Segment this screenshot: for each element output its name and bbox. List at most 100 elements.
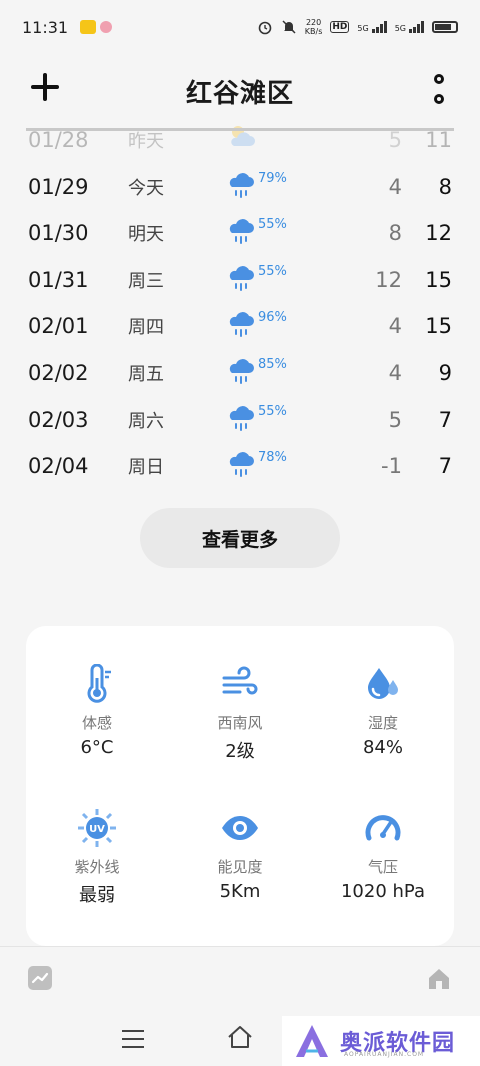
- detail-label: 湿度: [367, 714, 398, 732]
- detail-value: 最弱: [79, 885, 115, 906]
- forecast-date: 01/29: [28, 175, 89, 199]
- svg-text:UV: UV: [89, 824, 105, 835]
- network-rate-value: 220: [305, 18, 322, 27]
- detail-visibility: 能见度 5Km: [169, 808, 311, 902]
- chart-icon: [31, 972, 49, 984]
- high-temp: 9: [438, 361, 452, 385]
- low-temp: 5: [388, 408, 402, 432]
- add-city-button[interactable]: [28, 70, 62, 104]
- precip-chance: 55%: [258, 217, 287, 232]
- forecast-row: 01/28 昨天 5 11: [0, 120, 480, 160]
- high-temp: 8: [438, 175, 452, 199]
- detail-uv: UV 紫外线 最弱: [26, 808, 168, 907]
- signal-icon-1: 5G: [357, 21, 387, 33]
- low-temp: 12: [375, 268, 402, 292]
- signal-icon-2: 5G: [395, 21, 424, 33]
- high-temp: 15: [425, 268, 452, 292]
- precip-chance: 79%: [258, 171, 287, 186]
- forecast-day: 周六: [128, 411, 164, 432]
- bottom-divider: [0, 946, 480, 947]
- detail-label: 气压: [367, 858, 398, 876]
- forecast-date: 02/01: [28, 314, 89, 338]
- precip-chance: 55%: [258, 264, 287, 279]
- recent-apps-button[interactable]: [122, 1030, 144, 1048]
- forecast-day: 明天: [128, 224, 164, 245]
- forecast-date: 02/03: [28, 408, 89, 432]
- home-button[interactable]: [426, 966, 452, 992]
- nav-home-icon[interactable]: [226, 1024, 254, 1050]
- page-title: 红谷滩区: [185, 78, 294, 109]
- status-bar: 11:31 220 KB/s HD 5G 5G: [0, 0, 480, 54]
- visibility-icon: [222, 816, 258, 840]
- trend-chart-button[interactable]: [28, 966, 52, 990]
- forecast-day: 周四: [128, 317, 164, 338]
- forecast-date: 01/31: [28, 268, 89, 292]
- detail-value: 6°C: [80, 737, 114, 758]
- detail-value: 2级: [225, 741, 255, 762]
- forecast-day: 周五: [128, 364, 164, 385]
- status-time: 11:31: [22, 17, 69, 37]
- rain-icon: [229, 406, 254, 431]
- forecast-row: 01/31 周三 55% 12 15: [0, 260, 480, 300]
- header-divider: [26, 128, 454, 131]
- forecast-day: 周日: [128, 457, 164, 478]
- home-icon: [429, 969, 449, 989]
- daily-forecast-list[interactable]: 01/28 昨天 5 11 01/29 今天 79% 4 8 01/30 明天 55% 8 12 0…: [0, 120, 480, 490]
- low-temp: 4: [388, 175, 402, 199]
- rain-icon: [229, 219, 254, 244]
- forecast-row: 02/03 周六 55% 5 7: [0, 400, 480, 440]
- battery-icon: [432, 21, 458, 33]
- thermometer-icon: [87, 664, 111, 703]
- weather-details-card: 体感 6°C 西南风 2级 湿度 84% UV 紫外线 最弱 能见度 5Km 气…: [26, 626, 454, 946]
- watermark: 奥派软件园 AOPAIRUANJIAN.COM: [282, 1016, 480, 1066]
- detail-value: 84%: [362, 737, 403, 758]
- forecast-day: 今天: [128, 178, 164, 199]
- watermark-subtext: AOPAIRUANJIAN.COM: [344, 1051, 425, 1058]
- precip-chance: 55%: [258, 404, 287, 419]
- humidity-icon: [368, 668, 398, 699]
- detail-label: 体感: [81, 714, 112, 732]
- high-temp: 12: [425, 221, 452, 245]
- precip-chance: 78%: [258, 450, 287, 465]
- partly-cloudy-icon: [231, 126, 255, 146]
- rain-icon: [229, 359, 254, 384]
- low-temp: -1: [381, 454, 402, 478]
- view-more-button[interactable]: 查看更多: [140, 508, 340, 568]
- rain-icon: [229, 173, 254, 198]
- header: 红谷滩区: [0, 56, 480, 126]
- app-notification-icon: [80, 20, 97, 34]
- pressure-icon: [365, 815, 401, 841]
- signal-label-2: 5G: [394, 24, 406, 33]
- forecast-date: 01/28: [28, 128, 89, 152]
- high-temp: 7: [438, 408, 452, 432]
- network-rate-unit: KB/s: [304, 27, 323, 36]
- forecast-date: 02/04: [28, 454, 89, 478]
- detail-label: 紫外线: [74, 858, 120, 876]
- forecast-row: 02/04 周日 78% -1 7: [0, 446, 480, 486]
- more-options-button[interactable]: [432, 74, 446, 104]
- forecast-date: 02/02: [28, 361, 89, 385]
- wind-icon: [222, 666, 258, 695]
- detail-label: 西南风: [217, 714, 263, 732]
- precip-chance: 96%: [258, 310, 287, 325]
- high-temp: 7: [438, 454, 452, 478]
- detail-wind: 西南风 2级: [169, 664, 311, 763]
- mute-icon: [282, 20, 296, 34]
- status-icons: 220 KB/s HD 5G 5G: [257, 18, 458, 36]
- network-rate: 220 KB/s: [305, 18, 323, 36]
- rain-icon: [229, 312, 254, 337]
- uv-icon: UV: [78, 809, 116, 847]
- low-temp: 4: [388, 314, 402, 338]
- forecast-row: 02/01 周四 96% 4 15: [0, 306, 480, 346]
- low-temp: 5: [388, 128, 402, 152]
- detail-pressure: 气压 1020 hPa: [312, 808, 454, 902]
- rain-icon: [229, 452, 254, 477]
- precip-chance: 85%: [258, 357, 287, 372]
- detail-label: 能见度: [217, 858, 263, 876]
- forecast-row: 01/29 今天 79% 4 8: [0, 167, 480, 207]
- low-temp: 8: [388, 221, 402, 245]
- high-temp: 15: [425, 314, 452, 338]
- forecast-row: 02/02 周五 85% 4 9: [0, 353, 480, 393]
- low-temp: 4: [388, 361, 402, 385]
- watermark-logo-icon: [296, 1025, 328, 1057]
